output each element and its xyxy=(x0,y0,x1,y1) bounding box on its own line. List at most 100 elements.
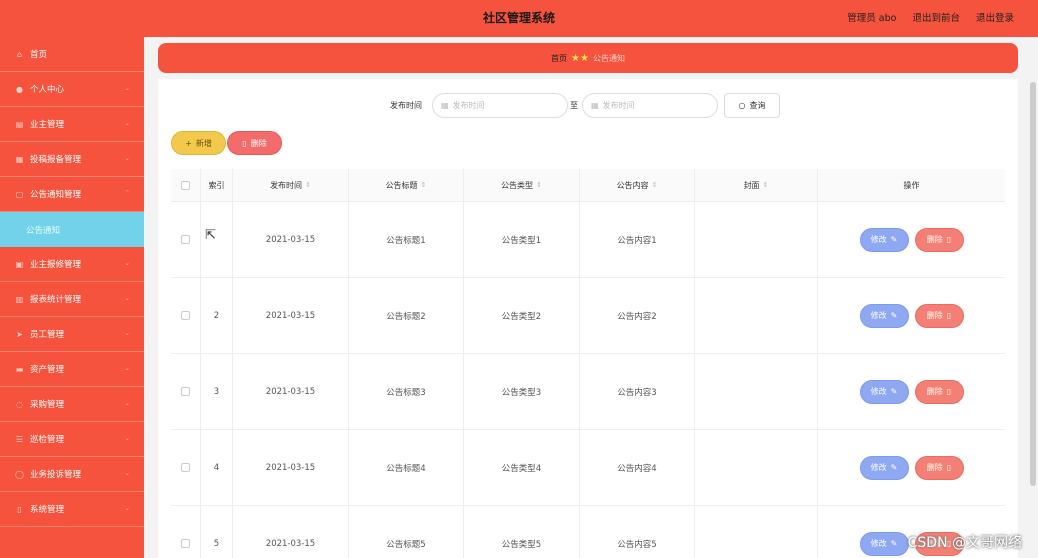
sidebar-item-inspection[interactable]: ☰ 巡检管理 ⌄ xyxy=(0,422,144,457)
select-all-checkbox[interactable] xyxy=(181,180,190,190)
add-button[interactable]: + 新增 xyxy=(171,131,226,155)
sort-icon[interactable]: ⇕ xyxy=(305,181,311,189)
col-content[interactable]: 公告内容 ⇕ xyxy=(580,169,695,201)
row-checkbox[interactable] xyxy=(181,235,190,244)
end-date-placeholder: 发布时间 xyxy=(602,101,635,110)
list-icon: ☰ xyxy=(15,434,24,444)
add-button-label: 新增 xyxy=(195,138,212,148)
batch-delete-button[interactable]: ▯ 删除 xyxy=(227,131,282,155)
row-actions: 修改 ✎ 删除 ▯ xyxy=(818,202,1005,277)
row-type: 公告类型3 xyxy=(464,354,580,429)
edit-button[interactable]: 修改 ✎ xyxy=(859,379,909,404)
delete-button-label: 删除 xyxy=(926,235,943,244)
row-actions: 修改 ✎ 删除 ▯ xyxy=(818,430,1005,505)
front-link[interactable]: 退出到前台 xyxy=(912,0,960,37)
delete-button[interactable]: 删除 ▯ xyxy=(914,455,964,480)
chevron-up-icon: ⌃ xyxy=(124,189,130,197)
row-checkbox[interactable] xyxy=(181,463,190,472)
col-title[interactable]: 公告标题 ⇕ xyxy=(349,169,464,201)
logout-link[interactable]: 退出登录 xyxy=(976,0,1014,37)
sidebar-item-notice-mgmt[interactable]: ▢ 公告通知管理 ⌃ xyxy=(0,177,144,212)
row-title: 公告标题4 xyxy=(349,430,464,505)
chevron-down-icon: ⌄ xyxy=(124,434,130,442)
col-index: 索引 xyxy=(201,169,233,201)
row-type: 公告类型2 xyxy=(464,278,580,353)
sort-icon[interactable]: ⇕ xyxy=(421,181,427,189)
row-checkbox[interactable] xyxy=(181,539,190,548)
sidebar-subitem-notice[interactable]: 公告通知 xyxy=(0,212,144,247)
user-icon: ● xyxy=(16,84,23,94)
sort-icon[interactable]: ⇕ xyxy=(536,181,542,189)
row-title: 公告标题5 xyxy=(349,506,464,558)
sidebar-item-system[interactable]: ▯ 系统管理 ⌄ xyxy=(0,492,144,527)
sidebar-item-label: 业主报修管理 xyxy=(30,260,82,270)
delete-button[interactable]: 删除 ▯ xyxy=(914,303,964,328)
row-actions: 修改 ✎ 删除 ▯ xyxy=(818,354,1005,429)
breadcrumb: 首页 ★★ 公告通知 xyxy=(158,43,1018,73)
chevron-down-icon: ⌄ xyxy=(124,259,130,267)
start-date-input[interactable]: ▦ 发布时间 xyxy=(432,93,568,118)
table-row: 2 2021-03-15 公告标题2 公告类型2 公告内容2 修改 ✎ 删除 ▯ xyxy=(171,278,1005,354)
row-content: 公告内容3 xyxy=(580,354,695,429)
row-index: 2 xyxy=(201,278,233,353)
row-content: 公告内容4 xyxy=(580,430,695,505)
sidebar-item-label: 巡检管理 xyxy=(30,435,65,445)
select-all-checkbox-cell[interactable] xyxy=(171,169,201,201)
sidebar-item-purchase[interactable]: ◌ 采购管理 ⌄ xyxy=(0,387,144,422)
row-date: 2021-03-15 xyxy=(233,202,349,277)
sort-icon[interactable]: ⇕ xyxy=(763,181,769,189)
row-title: 公告标题1 xyxy=(349,202,464,277)
delete-button[interactable]: 删除 ▯ xyxy=(914,379,964,404)
row-content: 公告内容1 xyxy=(580,202,695,277)
search-form: 发布时间 ▦ 发布时间 至 ▦ 发布时间 ○ 查询 xyxy=(158,93,1018,119)
sidebar-item-label: 公告通知 xyxy=(26,225,61,236)
notice-icon: ▢ xyxy=(15,189,24,199)
pencil-icon: ✎ xyxy=(890,235,898,244)
sidebar-item-repair[interactable]: ▣ 业主报修管理 ⌄ xyxy=(0,247,144,282)
trash-icon: ▯ xyxy=(946,463,952,472)
col-date-label: 发布时间 xyxy=(270,180,303,190)
sidebar-item-home[interactable]: ⌂ 首页 xyxy=(0,37,144,72)
col-cover[interactable]: 封面 ⇕ xyxy=(695,169,818,201)
sidebar-item-asset[interactable]: ▬ 资产管理 ⌄ xyxy=(0,352,144,387)
end-date-input[interactable]: ▦ 发布时间 xyxy=(582,93,718,118)
chevron-down-icon: ⌄ xyxy=(124,399,130,407)
sidebar-item-stats[interactable]: ▥ 报表统计管理 ⌄ xyxy=(0,282,144,317)
sidebar-item-label: 业务投诉管理 xyxy=(30,470,82,480)
row-date: 2021-03-15 xyxy=(233,354,349,429)
sidebar-item-complaint[interactable]: ◯ 业务投诉管理 ⌄ xyxy=(0,457,144,492)
start-date-placeholder: 发布时间 xyxy=(452,101,485,110)
search-button[interactable]: ○ 查询 xyxy=(724,93,780,118)
pencil-icon: ✎ xyxy=(890,311,898,320)
row-title: 公告标题3 xyxy=(349,354,464,429)
sidebar-item-owner[interactable]: ▤ 业主管理 ⌄ xyxy=(0,107,144,142)
delete-button-label: 删除 xyxy=(926,387,943,396)
edit-button[interactable]: 修改 ✎ xyxy=(859,455,909,480)
edit-button[interactable]: 修改 ✎ xyxy=(859,303,909,328)
calendar-icon: ▦ xyxy=(441,101,449,110)
edit-button[interactable]: 修改 ✎ xyxy=(859,531,909,556)
row-checkbox[interactable] xyxy=(181,311,190,320)
sidebar-item-report[interactable]: ▦ 投稿报备管理 ⌄ xyxy=(0,142,144,177)
content-panel: 发布时间 ▦ 发布时间 至 ▦ 发布时间 ○ 查询 + 新增 ▯ 删除 索引 发… xyxy=(158,79,1018,558)
table-row: 5 2021-03-15 公告标题5 公告类型5 公告内容5 修改 ✎ 删除 ▯ xyxy=(171,506,1005,558)
breadcrumb-home[interactable]: 首页 xyxy=(551,53,567,64)
delete-button[interactable]: 删除 ▯ xyxy=(914,227,964,252)
cart-icon: ◌ xyxy=(16,399,23,409)
pencil-icon: ✎ xyxy=(890,387,898,396)
sort-icon[interactable]: ⇕ xyxy=(652,181,658,189)
edit-button[interactable]: 修改 ✎ xyxy=(859,227,909,252)
vertical-scrollbar[interactable] xyxy=(1030,82,1036,486)
search-icon: ○ xyxy=(738,101,746,110)
col-type[interactable]: 公告类型 ⇕ xyxy=(464,169,580,201)
sidebar-item-personal[interactable]: ● 个人中心 ⌄ xyxy=(0,72,144,107)
row-index: 5 xyxy=(201,506,233,558)
row-cover xyxy=(695,430,818,505)
watermark: CSDN @文哥网络 xyxy=(907,535,1022,551)
row-type: 公告类型5 xyxy=(464,506,580,558)
col-date[interactable]: 发布时间 ⇕ xyxy=(233,169,349,201)
row-checkbox[interactable] xyxy=(181,387,190,396)
sidebar-item-staff[interactable]: ➤ 员工管理 ⌄ xyxy=(0,317,144,352)
calendar-icon: ▦ xyxy=(591,101,599,110)
sidebar-item-label: 投稿报备管理 xyxy=(30,155,82,165)
